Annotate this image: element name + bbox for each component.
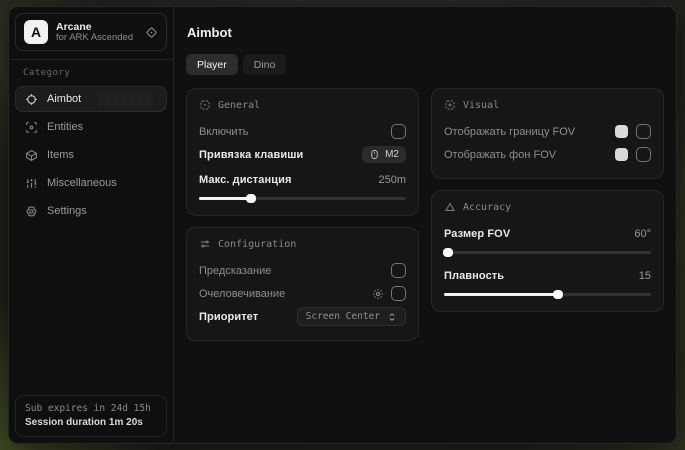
app-window: A Arcane for ARK Ascended Category Aim (8, 6, 677, 444)
fov-size-value: 60° (634, 228, 651, 240)
smoothness-label: Плавность (444, 270, 504, 282)
humanize-gear-icon[interactable] (372, 288, 384, 300)
sidebar-item-aimbot[interactable]: Aimbot (15, 86, 167, 112)
main-panel: Aimbot Player Dino General (174, 7, 676, 443)
sidebar-item-miscellaneous[interactable]: Miscellaneous (15, 170, 167, 196)
fov-size-label: Размер FOV (444, 228, 510, 240)
card-title: Accuracy (463, 202, 511, 213)
sidebar-item-label: Settings (47, 205, 87, 217)
package-icon (25, 149, 38, 162)
session-footer: Sub expires in 24d 15h Session duration … (15, 395, 167, 437)
scan-icon (25, 121, 38, 134)
sidebar-divider (9, 59, 173, 60)
slider-thumb[interactable] (246, 194, 256, 203)
fov-background-label: Отображать фон FOV (444, 149, 556, 161)
sidebar: A Arcane for ARK Ascended Category Aim (9, 7, 174, 443)
app-logo: A (24, 20, 48, 44)
card-visual: Visual Отображать границу FOV Отображать… (431, 88, 664, 179)
crosshair-icon (25, 93, 38, 106)
sidebar-item-entities[interactable]: Entities (15, 114, 167, 140)
slider-thumb[interactable] (443, 248, 453, 257)
sidebar-item-label: Entities (47, 121, 83, 133)
smoothness-slider[interactable] (444, 290, 651, 299)
fov-border-color-swatch[interactable] (615, 125, 628, 138)
sidebar-item-label: Aimbot (47, 93, 81, 105)
accuracy-icon (444, 201, 456, 213)
fov-background-checkbox[interactable] (636, 147, 651, 162)
configuration-icon (199, 238, 211, 250)
priority-dropdown[interactable]: Screen Center (297, 307, 406, 326)
fov-border-label: Отображать границу FOV (444, 126, 575, 138)
page-title: Aimbot (187, 25, 664, 40)
card-accuracy: Accuracy Размер FOV 60° Плавность 15 (431, 190, 664, 312)
gear-icon (25, 205, 38, 218)
visual-icon (444, 99, 456, 111)
tab-dino[interactable]: Dino (243, 54, 287, 75)
priority-label: Приоритет (199, 311, 258, 323)
card-configuration: Configuration Предсказание Очеловечивани… (186, 227, 419, 341)
card-general: General Включить Привязка клавиши (186, 88, 419, 216)
prediction-label: Предсказание (199, 265, 271, 277)
enable-label: Включить (199, 126, 248, 138)
distance-value: 250m (378, 174, 406, 186)
fov-border-checkbox[interactable] (636, 124, 651, 139)
keybind-button[interactable]: M2 (362, 146, 406, 163)
slider-thumb[interactable] (553, 290, 563, 299)
card-title: General (218, 100, 260, 111)
fov-size-slider[interactable] (444, 248, 651, 257)
watermark (100, 91, 156, 108)
sidebar-item-label: Items (47, 149, 74, 161)
sidebar-item-items[interactable]: Items (15, 142, 167, 168)
sub-expires-text: Sub expires in 24d 15h (25, 403, 157, 414)
prediction-checkbox[interactable] (391, 263, 406, 278)
card-title: Configuration (218, 239, 296, 250)
brand-subtitle: for ARK Ascended (56, 33, 137, 44)
sidebar-item-label: Miscellaneous (47, 177, 117, 189)
category-label: Category (15, 66, 167, 86)
humanize-checkbox[interactable] (391, 286, 406, 301)
distance-label: Макс. дистанция (199, 174, 291, 186)
sidebar-item-settings[interactable]: Settings (15, 198, 167, 224)
session-duration-text: Session duration 1m 20s (25, 417, 157, 428)
tab-bar: Player Dino (186, 54, 664, 75)
sliders-icon (25, 177, 38, 190)
keybind-label: Привязка клавиши (199, 149, 303, 161)
mouse-icon (369, 149, 380, 160)
smoothness-value: 15 (639, 270, 651, 282)
brand-name: Arcane (56, 21, 137, 33)
tab-player[interactable]: Player (186, 54, 238, 75)
priority-value: Screen Center (306, 311, 380, 322)
card-title: Visual (463, 100, 499, 111)
distance-slider[interactable] (199, 194, 406, 203)
humanize-label: Очеловечивание (199, 288, 285, 300)
keybind-value: M2 (385, 149, 399, 160)
sidebar-nav: Aimbot Entities Items (15, 86, 167, 224)
enable-checkbox[interactable] (391, 124, 406, 139)
general-icon (199, 99, 211, 111)
focus-icon[interactable] (145, 26, 158, 39)
fov-background-color-swatch[interactable] (615, 148, 628, 161)
chevrons-up-down-icon (387, 312, 397, 322)
brand-header: A Arcane for ARK Ascended (15, 13, 167, 51)
